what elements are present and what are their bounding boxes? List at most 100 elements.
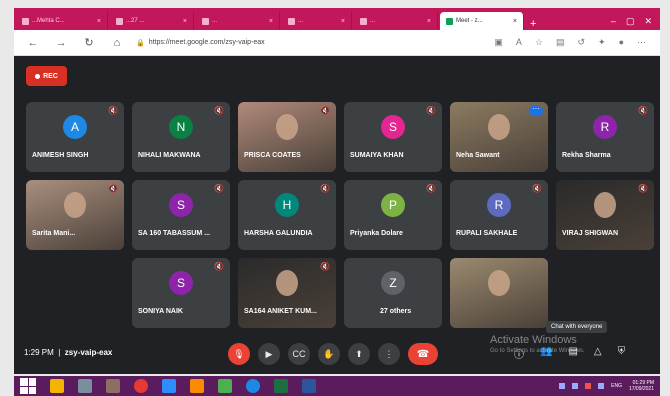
home-icon[interactable]: ⌂	[108, 37, 126, 49]
participant-tile[interactable]	[450, 258, 548, 328]
participant-avatar: R	[593, 115, 617, 139]
camera-toggle-button[interactable]: ▶	[258, 343, 280, 365]
participant-name: NIHALI MAKWANA	[138, 152, 201, 159]
participant-avatar: S	[381, 115, 405, 139]
close-tab-icon[interactable]: ×	[97, 18, 101, 25]
participant-name: Priyanka Dolare	[350, 230, 403, 237]
tray-date: 17/09/2021	[628, 386, 654, 392]
meeting-clock: 1:29 PM	[24, 348, 54, 357]
close-tab-icon[interactable]: ×	[183, 18, 187, 25]
windows-start-icon[interactable]	[20, 378, 36, 394]
participant-tile[interactable]: Neha Sawant ⋯	[450, 102, 548, 172]
participant-face	[488, 114, 510, 140]
word-icon[interactable]	[302, 379, 316, 393]
url-field[interactable]: 🔒 https://meet.google.com/zsy-vaip-eax	[136, 39, 265, 47]
participant-tile[interactable]: N NIHALI MAKWANA 🔇	[132, 102, 230, 172]
zoom-icon[interactable]	[162, 379, 176, 393]
back-icon[interactable]: ←	[24, 37, 42, 49]
browser-tab-active[interactable]: Meet - z... ×	[440, 12, 524, 30]
participant-tile[interactable]: R Rekha Sharma 🔇	[556, 102, 654, 172]
tray-icon[interactable]	[559, 383, 566, 389]
participant-face	[594, 192, 616, 218]
forward-icon[interactable]: →	[52, 37, 70, 49]
language-indicator[interactable]: ENG	[611, 383, 622, 389]
url-text: https://meet.google.com/zsy-vaip-eax	[148, 39, 265, 46]
maximize-icon[interactable]: ▢	[626, 16, 635, 27]
tab-favicon-icon	[360, 17, 367, 25]
participant-tile[interactable]: PRISCA COATES 🔇	[238, 102, 336, 172]
participant-name: Rekha Sharma	[562, 152, 611, 159]
close-tab-icon[interactable]: ×	[513, 18, 517, 25]
tile-more-icon[interactable]: ⋯	[529, 106, 543, 116]
browser-tab[interactable]: ...Mehta C... ×	[16, 12, 108, 30]
collections-icon[interactable]: ▤	[556, 37, 565, 48]
participant-tile[interactable]: R RUPALI SAKHALE 🔇	[450, 180, 548, 250]
participant-tile[interactable]: H HARSHA GALUNDIA 🔇	[238, 180, 336, 250]
reload-icon[interactable]: ↻	[80, 36, 98, 49]
profile-icon[interactable]: ●	[619, 37, 624, 48]
favorite-icon[interactable]: ☆	[535, 37, 543, 48]
app-icon[interactable]	[78, 379, 92, 393]
participant-face	[488, 270, 510, 296]
photos-icon[interactable]	[106, 379, 120, 393]
muted-mic-icon: 🔇	[320, 106, 330, 115]
captions-button[interactable]: CC	[288, 343, 310, 365]
participant-tile[interactable]: S SA 160 TABASSUM ... 🔇	[132, 180, 230, 250]
meet-stage: REC A ANIMESH SINGH 🔇 N NIHALI MAKWANA 🔇 PRISC…	[14, 56, 660, 374]
participant-avatar: A	[63, 115, 87, 139]
participant-avatar: R	[487, 193, 511, 217]
history-icon[interactable]: ↺	[577, 37, 585, 48]
address-bar: ← → ↻ ⌂ 🔒 https://meet.google.com/zsy-va…	[14, 30, 660, 56]
tab-favicon-icon	[202, 17, 209, 25]
browser-tab[interactable]: ... ×	[354, 12, 438, 30]
mic-toggle-button[interactable]: 🎙	[228, 343, 250, 365]
participant-tile[interactable]: S SUMAIYA KHAN 🔇	[344, 102, 442, 172]
tray-icon[interactable]	[572, 383, 579, 389]
meet-favicon-icon	[446, 17, 453, 25]
close-tab-icon[interactable]: ×	[269, 18, 273, 25]
excel-icon[interactable]	[274, 379, 288, 393]
participant-tile[interactable]: S SONIYA NAIK 🔇	[132, 258, 230, 328]
more-options-button[interactable]: ⋮	[378, 343, 400, 365]
participant-tile[interactable]: SA164 ANIKET KUM... 🔇	[238, 258, 336, 328]
teams-icon[interactable]	[218, 379, 232, 393]
tray-clock[interactable]: 01:29 PM 17/09/2021	[629, 380, 654, 392]
windows-taskbar: ENG 01:29 PM 17/09/2021	[14, 376, 660, 396]
close-tab-icon[interactable]: ×	[427, 18, 431, 25]
browser-tab[interactable]: ...27 ... ×	[110, 12, 194, 30]
present-button[interactable]: ⬆	[348, 343, 370, 365]
participant-tile[interactable]: VIRAJ SHIGWAN 🔇	[556, 180, 654, 250]
raise-hand-button[interactable]: ✋	[318, 343, 340, 365]
browser-tab[interactable]: ... ×	[196, 12, 280, 30]
more-menu-icon[interactable]: ⋯	[637, 37, 646, 48]
new-tab-button[interactable]: +	[530, 18, 536, 30]
participant-face	[276, 114, 298, 140]
read-aloud-icon[interactable]: A	[516, 37, 522, 48]
muted-mic-icon: 🔇	[214, 106, 224, 115]
volume-icon[interactable]	[598, 383, 605, 389]
google-icon[interactable]	[190, 379, 204, 393]
tab-label: ...Mehta C...	[32, 18, 65, 24]
chrome-icon[interactable]	[134, 379, 148, 393]
muted-mic-icon: 🔇	[638, 106, 648, 115]
participant-tile[interactable]: Z 27 others	[344, 258, 442, 328]
minimize-icon[interactable]: –	[611, 16, 616, 26]
chat-tooltip: Chat with everyone	[546, 321, 608, 333]
close-tab-icon[interactable]: ×	[341, 18, 345, 25]
media-player-icon[interactable]	[50, 379, 64, 393]
participant-tile[interactable]: A ANIMESH SINGH 🔇	[26, 102, 124, 172]
participant-name: VIRAJ SHIGWAN	[562, 230, 619, 237]
tray-icon[interactable]	[585, 383, 592, 389]
participant-tile[interactable]: P Priyanka Dolare 🔇	[344, 180, 442, 250]
participant-tile[interactable]: Sarita Mani... 🔇	[26, 180, 124, 250]
host-controls-icon[interactable]: ⛨	[618, 346, 626, 361]
tab-label: ...27 ...	[126, 18, 145, 24]
extension-icon[interactable]: ✦	[598, 37, 606, 48]
participant-avatar: P	[381, 193, 405, 217]
camera-permission-icon[interactable]: ▣	[494, 37, 503, 48]
edge-icon[interactable]	[246, 379, 260, 393]
leave-call-button[interactable]: ☎	[408, 343, 438, 365]
browser-tab[interactable]: ... ×	[282, 12, 352, 30]
close-window-icon[interactable]: ✕	[644, 16, 652, 27]
activities-icon[interactable]: △	[594, 346, 602, 361]
